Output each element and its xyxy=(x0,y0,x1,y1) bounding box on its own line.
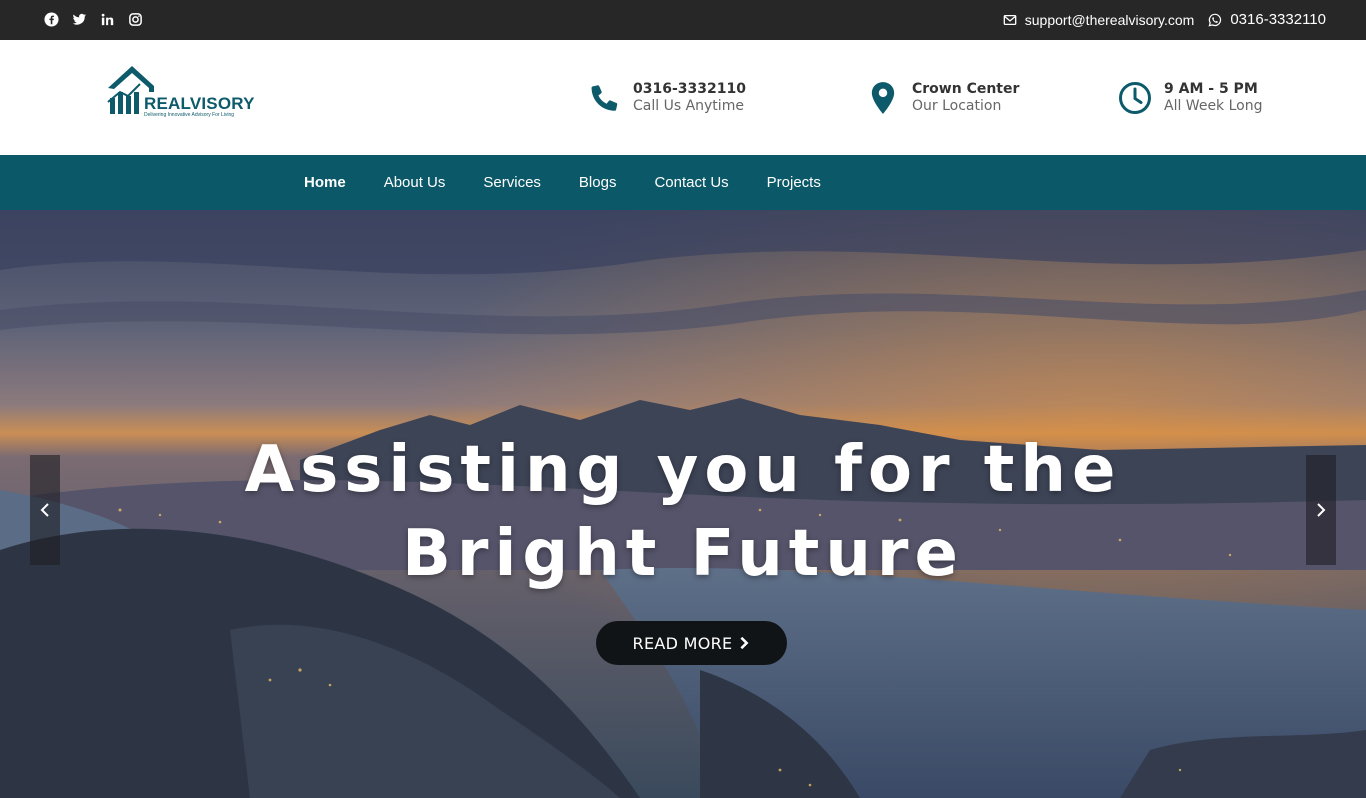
header-hours-title: 9 AM - 5 PM xyxy=(1164,81,1258,97)
instagram-icon[interactable] xyxy=(128,12,143,27)
nav-item-about-us[interactable]: About Us xyxy=(384,174,446,191)
hero-title-line-1: Assisting you for the xyxy=(244,433,1122,507)
slider-prev-button[interactable] xyxy=(30,455,60,565)
nav-item-projects[interactable]: Projects xyxy=(767,174,821,191)
header-hours: 9 AM - 5 PM All Week Long xyxy=(1118,81,1263,115)
whatsapp-icon xyxy=(1208,13,1222,27)
nav-item-blogs[interactable]: Blogs xyxy=(579,174,617,191)
top-email[interactable]: support@therealvisory.com xyxy=(1003,11,1195,28)
slider-next-button[interactable] xyxy=(1306,455,1336,565)
header-location[interactable]: Crown Center Our Location xyxy=(866,81,1019,115)
facebook-icon[interactable] xyxy=(44,12,59,27)
social-links xyxy=(44,12,143,27)
header-hours-caption: All Week Long xyxy=(1164,98,1263,114)
hero-title-line-2: Bright Future xyxy=(402,517,964,591)
header-phone-number: 0316-3332110 xyxy=(633,81,746,97)
top-whatsapp[interactable]: 0316-3332110 xyxy=(1208,11,1326,28)
header-location-title: Crown Center xyxy=(912,81,1020,97)
header-phone-caption: Call Us Anytime xyxy=(633,98,744,114)
site-header: REALVISORY Delivering Innovative Advisor… xyxy=(0,40,1366,155)
top-email-text: support@therealvisory.com xyxy=(1024,11,1195,28)
nav-item-contact-us[interactable]: Contact Us xyxy=(654,174,728,191)
chevron-right-icon xyxy=(740,636,749,650)
read-more-label: READ MORE xyxy=(632,633,733,653)
nav-item-services[interactable]: Services xyxy=(483,174,541,191)
read-more-button[interactable]: READ MORE xyxy=(596,621,787,665)
logo-name: REALVISORY xyxy=(144,94,255,113)
hero-slider: Assisting you for the Bright Future READ… xyxy=(0,210,1366,798)
header-phone[interactable]: 0316-3332110 Call Us Anytime xyxy=(587,81,746,115)
twitter-icon[interactable] xyxy=(72,12,87,27)
top-bar: support@therealvisory.com 0316-3332110 xyxy=(0,0,1366,40)
chevron-left-icon xyxy=(40,503,49,517)
top-phone-text: 0316-3332110 xyxy=(1230,11,1326,28)
header-location-caption: Our Location xyxy=(912,98,1002,114)
logo-tagline: Delivering Innovative Advisory For Livin… xyxy=(144,112,235,118)
chevron-right-icon xyxy=(1317,503,1326,517)
top-contact: support@therealvisory.com 0316-3332110 xyxy=(1003,11,1326,28)
main-nav: Home About Us Services Blogs Contact Us … xyxy=(0,155,1366,210)
logo[interactable]: REALVISORY Delivering Innovative Advisor… xyxy=(104,62,264,118)
map-pin-icon xyxy=(866,81,900,115)
linkedin-icon[interactable] xyxy=(100,12,115,27)
nav-item-home[interactable]: Home xyxy=(304,174,346,191)
envelope-icon xyxy=(1003,14,1017,25)
phone-icon xyxy=(587,81,621,115)
clock-icon xyxy=(1118,81,1152,115)
